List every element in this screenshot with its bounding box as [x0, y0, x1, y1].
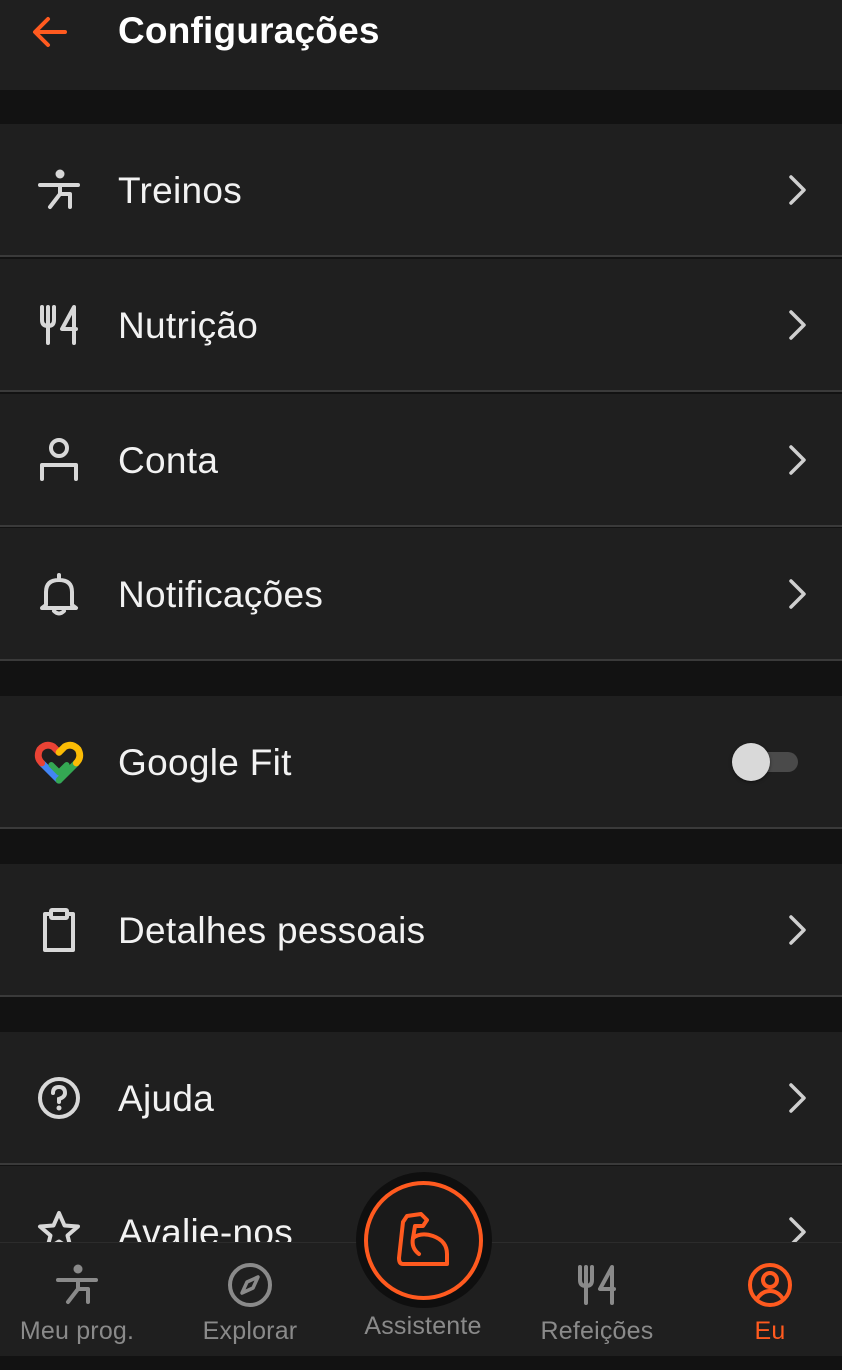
- exercise-icon: [53, 1261, 101, 1309]
- settings-item-label: Detalhes pessoais: [118, 910, 426, 951]
- bell-icon: [34, 569, 84, 619]
- settings-item-notificacoes[interactable]: Notificações: [0, 528, 842, 661]
- fork-knife-icon: [573, 1261, 621, 1309]
- clipboard-icon: [34, 905, 84, 955]
- system-bar: [0, 1356, 842, 1370]
- nav-label: Eu: [754, 1317, 786, 1345]
- help-circle-icon: [34, 1073, 84, 1123]
- app-header: Configurações: [0, 0, 842, 90]
- nav-label: Explorar: [202, 1317, 298, 1345]
- back-button[interactable]: [28, 12, 72, 52]
- fork-knife-icon: [34, 300, 84, 350]
- nav-label: Meu prog.: [19, 1317, 135, 1345]
- compass-icon: [226, 1261, 274, 1309]
- nav-item-meu-prog[interactable]: Meu prog.: [2, 1243, 152, 1357]
- toggle-knob: [732, 743, 770, 781]
- page-title: Configurações: [118, 10, 380, 51]
- settings-item-detalhes-pessoais[interactable]: Detalhes pessoais: [0, 864, 842, 997]
- google-fit-icon: [34, 737, 84, 787]
- nav-item-refeicoes[interactable]: Refeições: [522, 1243, 672, 1357]
- chevron-right-icon: [782, 576, 812, 612]
- settings-item-google-fit: Google Fit: [0, 696, 842, 829]
- muscle-arm-icon: [396, 1211, 449, 1266]
- nav-item-assistente[interactable]: [364, 1181, 483, 1300]
- chevron-right-icon: [782, 1080, 812, 1116]
- settings-item-label: Nutrição: [118, 305, 259, 346]
- settings-item-label: Conta: [118, 440, 219, 481]
- settings-screen: Configurações Treinos Nutrição Conta Not…: [0, 0, 842, 1370]
- arrow-left-icon: [33, 17, 67, 47]
- settings-item-treinos[interactable]: Treinos: [0, 124, 842, 257]
- chevron-right-icon: [782, 307, 812, 343]
- settings-item-nutricao[interactable]: Nutrição: [0, 259, 842, 392]
- nav-label: Refeições: [540, 1317, 654, 1345]
- settings-item-label: Google Fit: [118, 742, 292, 783]
- nav-item-eu[interactable]: Eu: [695, 1243, 842, 1357]
- chevron-right-icon: [782, 442, 812, 478]
- profile-circle-icon: [746, 1261, 794, 1309]
- nav-label-assistente: Assistente: [364, 1312, 482, 1340]
- settings-item-label: Treinos: [118, 170, 243, 211]
- exercise-icon: [34, 165, 84, 215]
- nav-item-explorar[interactable]: Explorar: [175, 1243, 325, 1357]
- chevron-right-icon: [782, 912, 812, 948]
- google-fit-toggle[interactable]: [732, 743, 800, 781]
- person-icon: [34, 435, 84, 485]
- settings-item-conta[interactable]: Conta: [0, 394, 842, 527]
- settings-item-label: Ajuda: [118, 1078, 215, 1119]
- settings-item-label: Notificações: [118, 574, 324, 615]
- chevron-right-icon: [782, 172, 812, 208]
- settings-item-ajuda[interactable]: Ajuda: [0, 1032, 842, 1165]
